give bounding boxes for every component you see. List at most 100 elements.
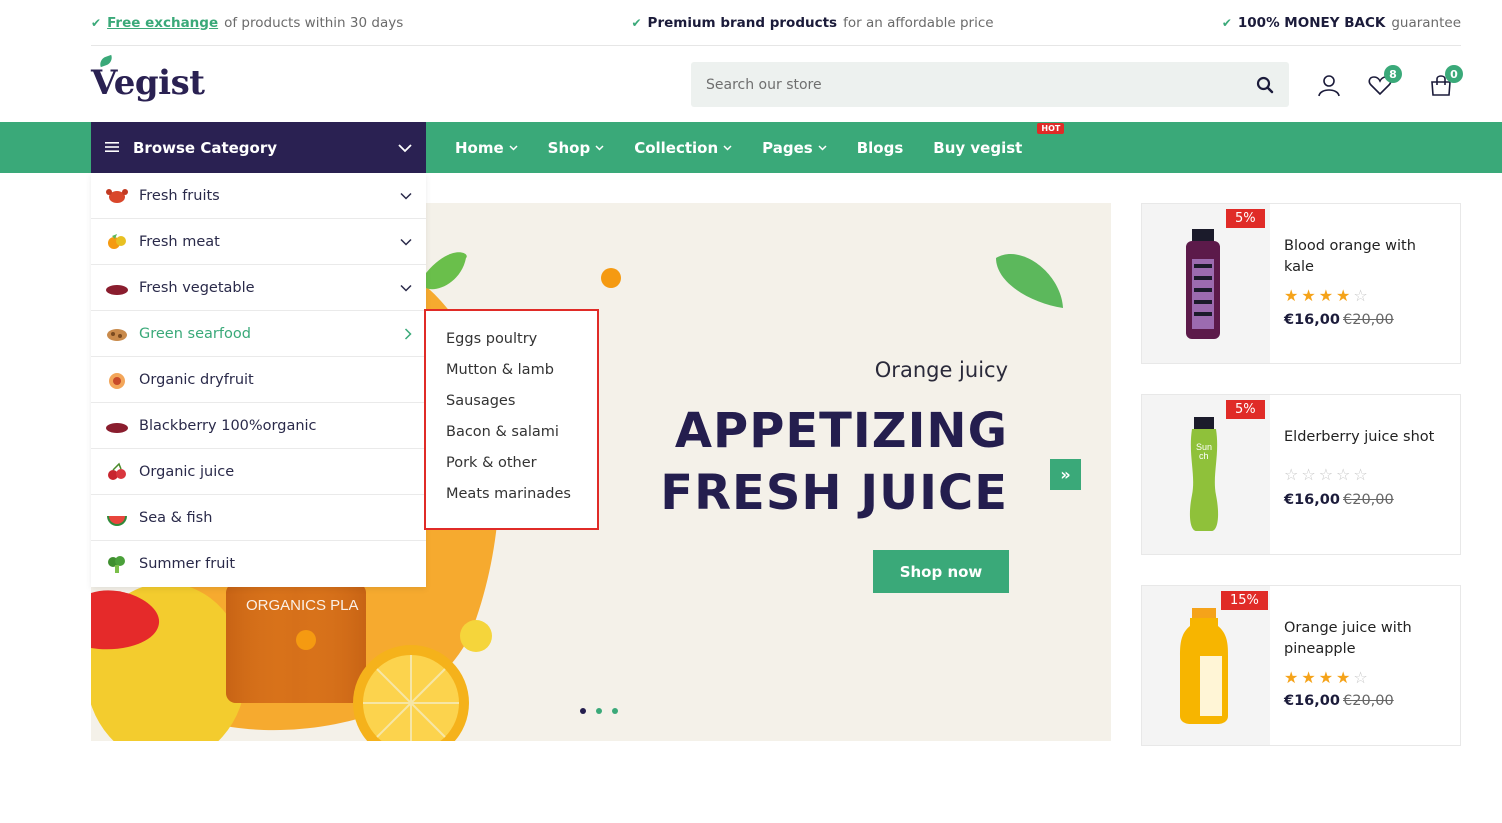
hero-title-line-2: FRESH JUICE — [660, 465, 1008, 521]
category-item-fresh-meat[interactable]: Fresh meat — [91, 219, 426, 265]
category-label: Fresh fruits — [139, 187, 220, 204]
user-icon[interactable] — [1317, 73, 1341, 97]
product-price: €16,00 — [1284, 693, 1340, 709]
chevron-down-icon — [723, 144, 732, 151]
free-exchange-notice: ✔ Free exchange of products within 30 da… — [91, 15, 403, 31]
category-menu: Fresh fruits Fresh meat Fresh vegetable … — [91, 173, 426, 587]
check-icon: ✔ — [1221, 15, 1232, 30]
slider-dot-3[interactable] — [612, 708, 618, 714]
wishlist-icon[interactable]: 8 — [1368, 65, 1402, 97]
rating-stars: ★★★★☆ — [1284, 286, 1371, 305]
star-empty-icon: ☆ — [1353, 668, 1371, 687]
category-label: Green searfood — [139, 325, 251, 342]
product-card[interactable]: 5% Blood orange with kale ★★★★☆ €16,00 €… — [1141, 203, 1461, 364]
chevron-down-icon — [398, 139, 412, 157]
star-empty-icon: ☆ — [1318, 465, 1337, 484]
star-filled-icon: ★ — [1336, 286, 1354, 305]
star-filled-icon: ★ — [1301, 286, 1319, 305]
product-old-price: €20,00 — [1343, 693, 1394, 709]
chevron-down-icon — [595, 144, 604, 151]
submenu-item[interactable]: Meats marinades — [446, 486, 597, 517]
product-name[interactable]: Orange juice with pineapple — [1284, 618, 1449, 660]
category-label: Organic juice — [139, 463, 235, 480]
category-label: Summer fruit — [139, 556, 236, 572]
free-exchange-link[interactable]: Free exchange — [107, 15, 218, 31]
submenu-item[interactable]: Mutton & lamb — [446, 362, 597, 393]
cart-icon[interactable]: 0 — [1429, 65, 1463, 97]
submenu-item[interactable]: Bacon & salami — [446, 424, 597, 455]
check-icon: ✔ — [91, 15, 102, 30]
fruit-mix-icon — [108, 233, 126, 249]
chevron-down-icon — [818, 144, 827, 151]
star-filled-icon: ★ — [1301, 668, 1319, 687]
category-label: Fresh vegetable — [139, 279, 255, 296]
nav-item-label: Collection — [634, 138, 719, 157]
category-item-blackberry-organic[interactable]: Blackberry 100%organic — [91, 403, 426, 449]
category-item-organic-juice[interactable]: Organic juice — [91, 449, 426, 495]
peach-icon — [109, 372, 125, 389]
search-bar — [691, 62, 1289, 107]
cherry-icon — [108, 462, 126, 480]
submenu-item[interactable]: Sausages — [446, 393, 597, 424]
double-chevron-right-icon: » — [1060, 465, 1071, 484]
category-item-green-searfood[interactable]: Green searfood — [91, 311, 426, 357]
submenu-item[interactable]: Eggs poultry — [446, 331, 597, 362]
seafood-icon — [107, 328, 127, 341]
jar-label: ORGANICS PLA — [246, 597, 359, 614]
star-filled-icon: ★ — [1284, 286, 1302, 305]
browse-category-button[interactable]: Browse Category — [91, 122, 426, 173]
hamburger-icon — [105, 139, 119, 157]
site-header: Vegist 8 0 — [91, 47, 1463, 122]
free-exchange-text: of products within 30 days — [224, 14, 404, 31]
nav-item-shop[interactable]: Shop — [548, 139, 605, 157]
premium-brand-notice: ✔ Premium brand products for an affordab… — [631, 15, 993, 31]
product-name[interactable]: Blood orange with kale — [1284, 236, 1449, 278]
next-slide-button[interactable]: » — [1050, 459, 1081, 490]
logo-text: Vegist — [91, 63, 205, 103]
star-filled-icon: ★ — [1318, 668, 1337, 687]
nav-item-collection[interactable]: Collection — [634, 139, 732, 157]
star-filled-icon: ★ — [1284, 668, 1302, 687]
slider-dots — [580, 708, 618, 714]
watermelon-icon — [107, 515, 127, 526]
discount-badge: 15% — [1221, 591, 1268, 610]
discount-badge: 5% — [1226, 209, 1265, 228]
premium-brand-bold: Premium brand products — [647, 14, 838, 31]
primary-nav: Home Shop Collection Pages Blogs Buy veg… — [455, 122, 1065, 173]
chevron-down-icon — [400, 192, 412, 200]
browse-category-label: Browse Category — [133, 138, 278, 157]
shop-now-button[interactable]: Shop now — [873, 550, 1009, 593]
slider-dot-2[interactable] — [596, 708, 602, 714]
category-item-summer-fruit[interactable]: Summer fruit — [91, 541, 426, 587]
submenu-item[interactable]: Pork & other — [446, 455, 597, 486]
category-item-organic-dryfruit[interactable]: Organic dryfruit — [91, 357, 426, 403]
nav-item-pages[interactable]: Pages — [762, 139, 827, 157]
product-name[interactable]: Elderberry juice shot — [1284, 427, 1449, 448]
search-icon[interactable] — [1256, 76, 1274, 94]
chevron-down-icon — [509, 144, 518, 151]
star-empty-icon: ☆ — [1301, 465, 1319, 484]
category-label: Organic dryfruit — [139, 371, 254, 388]
category-item-fresh-fruits[interactable]: Fresh fruits — [91, 173, 426, 219]
product-old-price: €20,00 — [1343, 492, 1394, 508]
category-item-fresh-vegetable[interactable]: Fresh vegetable — [91, 265, 426, 311]
powder-icon — [106, 284, 128, 295]
search-input[interactable] — [706, 76, 1256, 93]
slider-dot-1[interactable] — [580, 708, 586, 714]
main-navbar: Browse Category Home Shop Collection Pag… — [0, 122, 1502, 173]
hero-title: APPETIZING FRESH JUICE — [660, 400, 1008, 524]
product-card[interactable]: Sun ch 5% Elderberry juice shot ☆☆☆☆☆ €1… — [1141, 394, 1461, 555]
category-label: Fresh meat — [139, 233, 220, 250]
discount-badge: 5% — [1226, 400, 1265, 419]
nav-item-blogs[interactable]: Blogs — [857, 139, 904, 157]
money-back-notice: ✔ 100% MONEY BACK guarantee — [1222, 15, 1461, 31]
category-item-sea-fish[interactable]: Sea & fish — [91, 495, 426, 541]
chevron-down-icon — [400, 238, 412, 246]
product-card[interactable]: 15% Orange juice with pineapple ★★★★☆ €1… — [1141, 585, 1461, 746]
nav-item-label: Shop — [547, 138, 591, 157]
logo[interactable]: Vegist — [91, 54, 205, 103]
nav-item-buy-vegist[interactable]: Buy vegist HOT — [933, 122, 1065, 157]
check-icon: ✔ — [631, 15, 642, 30]
nav-item-home[interactable]: Home — [455, 139, 518, 157]
hero-title-line-1: APPETIZING — [674, 403, 1008, 459]
